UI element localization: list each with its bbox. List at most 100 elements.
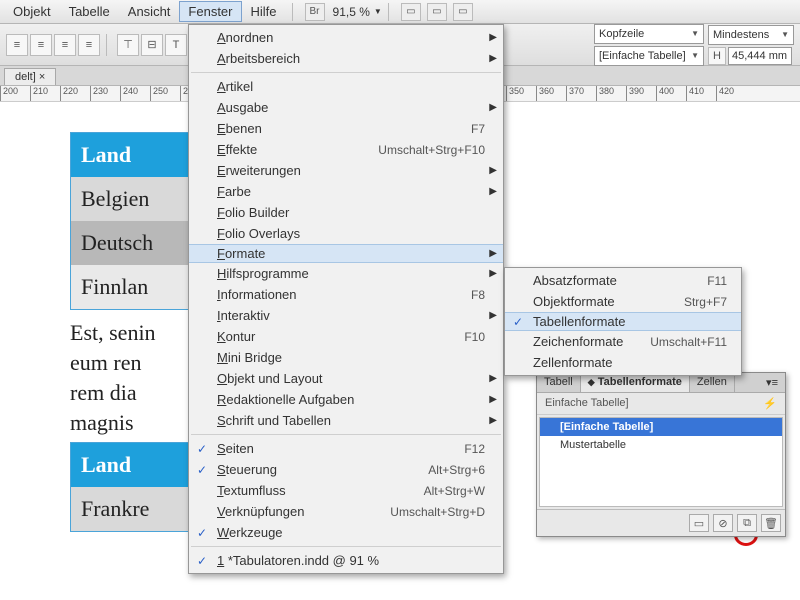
menu-item[interactable]: Interaktiv ▶ — [189, 305, 503, 326]
submenu-item[interactable]: Zellenformate — [505, 352, 741, 373]
menu-item[interactable]: Folio Overlays — [189, 223, 503, 244]
menu-item[interactable]: Objekt und Layout▶ — [189, 368, 503, 389]
clear-override-icon[interactable]: ⊘ — [713, 514, 733, 532]
submenu-arrow-icon: ▶ — [489, 102, 497, 113]
menu-item-label: Interaktiv — [217, 308, 485, 323]
menu-item-label: Werkzeuge — [217, 525, 485, 540]
menu-item[interactable]: Ausgabe ▶ — [189, 97, 503, 118]
menu-hilfe[interactable]: Hilfe — [242, 1, 286, 22]
chevron-down-icon: ▼ — [691, 29, 699, 38]
table-styles-panel[interactable]: Tabell ◆ Tabellenformate Zellen ▾≡ Einfa… — [536, 372, 786, 537]
menu-item[interactable]: Arbeitsbereich ▶ — [189, 48, 503, 69]
menu-item[interactable]: Mini Bridge — [189, 347, 503, 368]
menu-objekt[interactable]: Objekt — [4, 1, 60, 22]
menu-item[interactable]: Anordnen▶ — [189, 27, 503, 48]
align-justify-icon[interactable]: ≡ — [78, 34, 100, 56]
menu-item-label: Hilfsprogramme — [217, 266, 485, 281]
panel-header: Einfache Tabelle]⚡ — [537, 393, 785, 415]
submenu-arrow-icon: ▶ — [489, 415, 497, 426]
menu-item[interactable]: ✓ Werkzeuge — [189, 522, 503, 543]
menu-item[interactable]: Artikel — [189, 76, 503, 97]
menu-fenster[interactable]: Fenster — [179, 1, 241, 22]
submenu-item[interactable]: ObjektformateStrg+F7 — [505, 291, 741, 312]
menu-item[interactable]: Formate▶ — [189, 244, 503, 263]
doc-tab[interactable]: delt] × — [4, 68, 56, 85]
menu-item[interactable]: TextumflussAlt+Strg+W — [189, 480, 503, 501]
row-fit-select[interactable]: Mindestens▼ — [708, 25, 794, 45]
menu-item[interactable]: VerknüpfungenUmschalt+Strg+D — [189, 501, 503, 522]
align-right-icon[interactable]: ≡ — [54, 34, 76, 56]
style-item[interactable]: Mustertabelle — [540, 436, 782, 454]
row-height-field[interactable]: 45,444 mm — [728, 47, 792, 65]
new-style-icon[interactable]: ⧉ — [737, 514, 757, 532]
menu-tabelle[interactable]: Tabelle — [60, 1, 119, 22]
submenu-arrow-icon: ▶ — [489, 32, 497, 43]
submenu-item[interactable]: ZeichenformateUmschalt+F11 — [505, 331, 741, 352]
bridge-button[interactable]: Br — [305, 3, 325, 21]
zoom-level[interactable]: 91,5 % — [333, 5, 370, 19]
menu-item-label: Steuerung — [217, 462, 428, 477]
valign-top-icon[interactable]: ⊤ — [117, 34, 139, 56]
check-icon: ✓ — [197, 463, 207, 477]
submenu-item-label: Tabellenformate — [533, 314, 727, 329]
menu-separator — [191, 546, 501, 547]
submenu-item[interactable]: AbsatzformateF11 — [505, 270, 741, 291]
folder-icon[interactable]: ▭ — [689, 514, 709, 532]
zoom-dropdown-icon[interactable]: ▼ — [374, 7, 382, 16]
menu-item-label: Ausgabe — [217, 100, 485, 115]
screen-mode-button[interactable]: ▭ — [427, 3, 447, 21]
menu-item-label: Redaktionelle Aufgaben — [217, 392, 485, 407]
panel-tabs: Tabell ◆ Tabellenformate Zellen ▾≡ — [537, 373, 785, 393]
submenu-arrow-icon: ▶ — [489, 53, 497, 64]
menubar: Objekt Tabelle Ansicht Fenster Hilfe Br … — [0, 0, 800, 24]
menu-separator — [191, 72, 501, 73]
style-item-selected[interactable]: [Einfache Tabelle] — [540, 418, 782, 436]
menu-item-label: Erweiterungen — [217, 163, 485, 178]
menu-item[interactable]: Redaktionelle Aufgaben▶ — [189, 389, 503, 410]
submenu-item[interactable]: ✓ Tabellenformate — [505, 312, 741, 331]
align-center-icon[interactable]: ≡ — [30, 34, 52, 56]
menu-item[interactable]: EbenenF7 — [189, 118, 503, 139]
panel-menu-icon[interactable]: ▾≡ — [759, 373, 785, 392]
menu-shortcut: F7 — [471, 122, 485, 136]
menu-item[interactable]: Schrift und Tabellen ▶ — [189, 410, 503, 431]
menu-item[interactable]: Erweiterungen▶ — [189, 160, 503, 181]
menu-item-label: Artikel — [217, 79, 485, 94]
submenu-item-label: Zeichenformate — [533, 334, 650, 349]
menu-item-label: Folio Overlays — [217, 226, 485, 241]
menu-ansicht[interactable]: Ansicht — [119, 1, 180, 22]
menu-shortcut: F8 — [471, 288, 485, 302]
view-mode-button[interactable]: ▭ — [401, 3, 421, 21]
cell-style-select[interactable]: Kopfzeile▼ — [594, 24, 704, 44]
menu-item-label: Informationen — [217, 287, 471, 302]
menu-item-label: Kontur — [217, 329, 464, 344]
menu-item[interactable]: ✓SeitenF12 — [189, 438, 503, 459]
valign-middle-icon[interactable]: ⊟ — [141, 34, 163, 56]
menu-item-label: Folio Builder — [217, 205, 485, 220]
menu-item[interactable]: EffekteUmschalt+Strg+F10 — [189, 139, 503, 160]
menu-item[interactable]: Folio Builder — [189, 202, 503, 223]
menu-item-label: Farbe — [217, 184, 485, 199]
menu-item[interactable]: KonturF10 — [189, 326, 503, 347]
delete-icon[interactable]: 🗑 — [761, 514, 781, 532]
menu-item[interactable]: Hilfsprogramme▶ — [189, 263, 503, 284]
check-icon: ✓ — [513, 315, 523, 329]
check-icon: ✓ — [197, 554, 207, 568]
check-icon: ✓ — [197, 442, 207, 456]
arrange-button[interactable]: ▭ — [453, 3, 473, 21]
check-icon: ✓ — [197, 526, 207, 540]
submenu-arrow-icon: ▶ — [489, 186, 497, 197]
menu-item[interactable]: InformationenF8 — [189, 284, 503, 305]
submenu-item-label: Absatzformate — [533, 273, 707, 288]
menu-item[interactable]: ✓1 *Tabulatoren.indd @ 91 % — [189, 550, 503, 571]
menu-item-label: Schrift und Tabellen — [217, 413, 485, 428]
menu-item[interactable]: Farbe ▶ — [189, 181, 503, 202]
table-style-select[interactable]: [Einfache Tabelle]▼ — [594, 46, 704, 66]
menu-item-label: Arbeitsbereich — [217, 51, 485, 66]
submenu-arrow-icon: ▶ — [489, 310, 497, 321]
chevron-down-icon: ▼ — [781, 30, 789, 39]
textframe-icon[interactable]: T — [165, 34, 187, 56]
menu-item[interactable]: ✓SteuerungAlt+Strg+6 — [189, 459, 503, 480]
submenu-item-label: Objektformate — [533, 294, 684, 309]
align-left-icon[interactable]: ≡ — [6, 34, 28, 56]
